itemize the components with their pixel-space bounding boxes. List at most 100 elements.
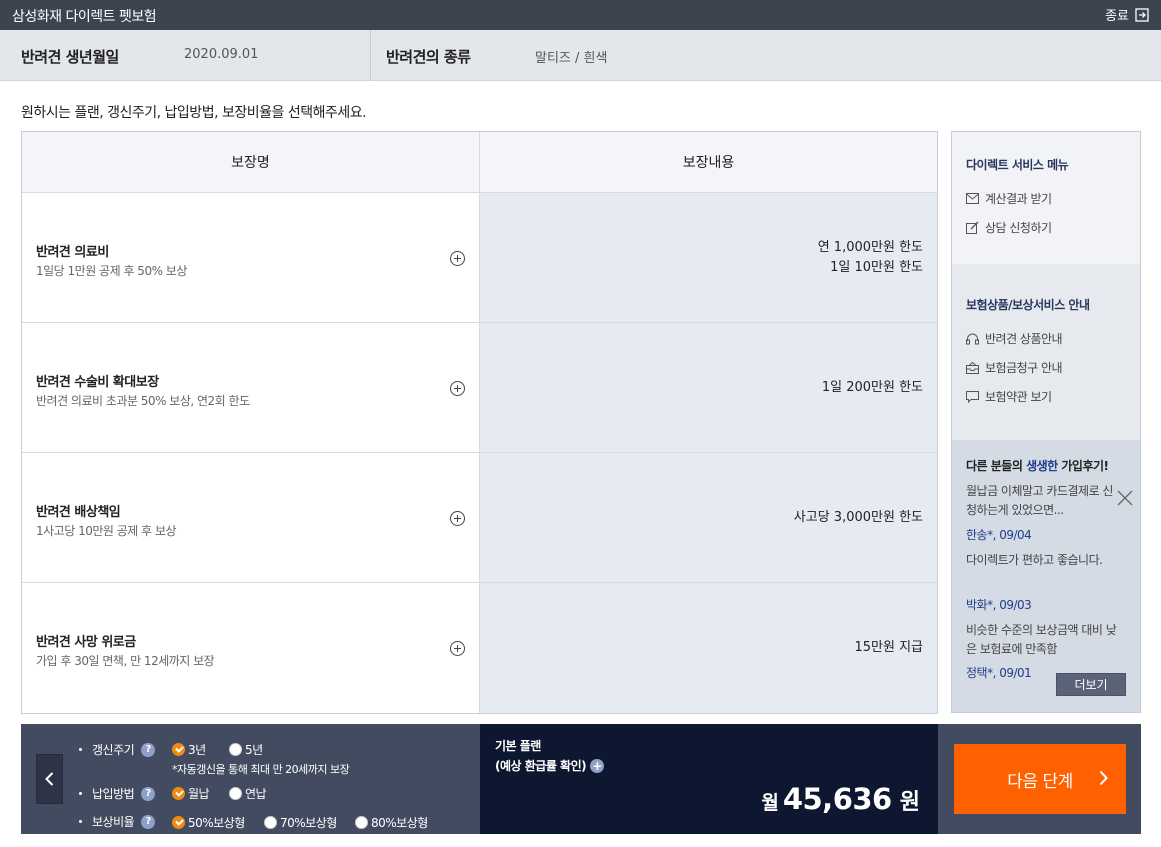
ratio-option-label: 보상비율 ? bbox=[79, 813, 156, 830]
review-title-prefix: 다른 분들의 bbox=[966, 459, 1027, 473]
review-item: 다이렉트가 편하고 좋습니다. bbox=[966, 551, 1126, 570]
help-icon[interactable]: ? bbox=[141, 814, 156, 829]
ratio-label: 보상비율 bbox=[92, 815, 135, 829]
bullet bbox=[79, 792, 82, 795]
radio-label: 80%보상형 bbox=[371, 816, 428, 830]
instruction-text: 원하시는 플랜, 갱신주기, 납입방법, 보장비율을 선택해주세요. bbox=[21, 105, 367, 121]
price-suffix: 원 bbox=[899, 790, 920, 815]
exit-icon bbox=[1135, 7, 1149, 22]
radio-icon bbox=[229, 743, 242, 756]
speech-bubble-icon bbox=[966, 390, 979, 403]
help-icon[interactable]: ? bbox=[141, 742, 156, 757]
close-button[interactable]: 종료 bbox=[1105, 5, 1149, 24]
more-reviews-button[interactable]: 더보기 bbox=[1056, 673, 1126, 696]
bullet bbox=[79, 820, 82, 823]
close-label: 종료 bbox=[1105, 9, 1129, 24]
sidebar-item-label: 반려견 상품안내 bbox=[985, 332, 1063, 346]
sidebar-item-calc-result[interactable]: 계산결과 받기 bbox=[966, 190, 1052, 207]
coverage-table: 보장명 보장내용 반려견 의료비 1일당 1만원 공제 후 50% 보상 연 1… bbox=[21, 131, 938, 714]
review-text: 월납금 이체말고 카드결제로 신청하는게 있었으면... bbox=[966, 484, 1113, 517]
info-title: 보험상품/보상서비스 안내 bbox=[966, 298, 1090, 312]
mail-icon bbox=[966, 193, 979, 204]
review-author: 박화*, 09/03 bbox=[966, 598, 1032, 612]
info-divider bbox=[370, 30, 371, 81]
help-icon[interactable]: ? bbox=[141, 786, 156, 801]
renewal-label: 갱신주기 bbox=[92, 743, 135, 757]
review-text: 비슷한 수준의 보상금액 대비 낮은 보험료에 만족함 bbox=[966, 623, 1117, 656]
coverage-detail-cell: 사고당 3,000만원 한도 bbox=[480, 453, 937, 582]
expand-plus-icon[interactable] bbox=[450, 511, 465, 526]
payment-yearly-radio[interactable]: 연납 bbox=[229, 785, 267, 802]
info-section: 보험상품/보상서비스 안내 반려견 상품안내 보험금청구 안내 보험약관 보기 bbox=[952, 264, 1140, 440]
next-step-label: 다음 단계 bbox=[1007, 771, 1073, 792]
next-step-button[interactable]: 다음 단계 bbox=[954, 744, 1126, 814]
ratio-70-radio[interactable]: 70%보상형 bbox=[264, 814, 337, 831]
plus-icon[interactable]: + bbox=[590, 758, 605, 773]
sidebar: 다이렉트 서비스 메뉴 계산결과 받기 상담 신청하기 보험상품/보상서비스 안… bbox=[951, 131, 1141, 713]
radio-checked-icon bbox=[172, 787, 185, 800]
close-icon[interactable] bbox=[1117, 490, 1133, 506]
coverage-detail-line: 1일 10만원 한도 bbox=[830, 259, 923, 275]
expand-plus-icon[interactable] bbox=[450, 251, 465, 266]
chevron-right-icon bbox=[1099, 770, 1108, 786]
payment-monthly-radio[interactable]: 월납 bbox=[172, 785, 210, 802]
renewal-3y-radio[interactable]: 3년 bbox=[172, 741, 206, 758]
coverage-detail-cell: 1일 200만원 한도 bbox=[480, 323, 937, 452]
review-author: 한송*, 09/04 bbox=[966, 528, 1032, 542]
review-text: 다이렉트가 편하고 좋습니다. bbox=[966, 553, 1103, 567]
app-title: 삼성화재 다이렉트 펫보험 bbox=[12, 9, 157, 25]
expand-plus-icon[interactable] bbox=[450, 381, 465, 396]
renewal-option-label: 갱신주기 ? bbox=[79, 741, 156, 758]
plan-summary: 기본 플랜 (예상 환급률 확인) + 월 45,636 원 bbox=[480, 724, 938, 834]
ratio-50-radio[interactable]: 50%보상형 bbox=[172, 814, 245, 831]
coverage-name: 반려견 배상책임 bbox=[36, 505, 121, 520]
sidebar-item-label: 계산결과 받기 bbox=[985, 192, 1052, 206]
prev-button[interactable] bbox=[36, 754, 63, 804]
payment-label: 납입방법 bbox=[92, 787, 135, 801]
sidebar-item-claim-info[interactable]: 보험금청구 안내 bbox=[966, 359, 1063, 376]
refund-rate-link[interactable]: (예상 환급률 확인) + bbox=[495, 757, 605, 774]
bullet bbox=[79, 748, 82, 751]
coverage-desc: 가입 후 30일 면책, 만 12세까지 보장 bbox=[36, 654, 215, 668]
plan-title: 기본 플랜 bbox=[495, 739, 541, 753]
next-panel: 다음 단계 bbox=[938, 724, 1141, 834]
review-item: 박화*, 09/03 비슷한 수준의 보상금액 대비 낮은 보험료에 만족함 정… bbox=[966, 596, 1126, 683]
sidebar-item-product-info[interactable]: 반려견 상품안내 bbox=[966, 330, 1063, 347]
service-menu-section: 다이렉트 서비스 메뉴 계산결과 받기 상담 신청하기 bbox=[952, 132, 1140, 264]
headset-icon bbox=[966, 333, 979, 344]
renewal-5y-radio[interactable]: 5년 bbox=[229, 741, 263, 758]
sidebar-item-consult[interactable]: 상담 신청하기 bbox=[966, 219, 1052, 236]
coverage-desc: 1사고당 10만원 공제 후 보상 bbox=[36, 524, 177, 538]
coverage-name-cell: 반려견 수술비 확대보장 반려견 의료비 초과분 50% 보상, 연2회 한도 bbox=[22, 323, 480, 452]
inbox-icon bbox=[966, 361, 979, 374]
breed-value: 말티즈 / 흰색 bbox=[535, 51, 608, 66]
title-bar: 삼성화재 다이렉트 펫보험 종료 bbox=[0, 0, 1161, 30]
ratio-80-radio[interactable]: 80%보상형 bbox=[355, 814, 428, 831]
pet-info-bar: 반려견 생년월일 2020.09.01 반려견의 종류 말티즈 / 흰색 bbox=[0, 30, 1161, 81]
header-coverage-name: 보장명 bbox=[22, 132, 480, 192]
coverage-name: 반려견 사망 위로금 bbox=[36, 635, 136, 650]
review-title-emph: 생생한 bbox=[1026, 459, 1058, 473]
coverage-desc: 1일당 1만원 공제 후 50% 보상 bbox=[36, 264, 187, 278]
payment-option-label: 납입방법 ? bbox=[79, 785, 156, 802]
header-coverage-detail: 보장내용 bbox=[480, 132, 937, 192]
renewal-note: *자동갱신을 통해 최대 만 20세까지 보장 bbox=[172, 763, 350, 776]
service-menu-title: 다이렉트 서비스 메뉴 bbox=[966, 158, 1069, 172]
coverage-detail-line: 사고당 3,000만원 한도 bbox=[793, 509, 923, 525]
expand-plus-icon[interactable] bbox=[450, 641, 465, 656]
coverage-detail-line: 1일 200만원 한도 bbox=[821, 379, 923, 395]
coverage-name: 반려견 의료비 bbox=[36, 245, 109, 260]
radio-label: 3년 bbox=[188, 743, 206, 757]
price-amount: 45,636 bbox=[782, 782, 892, 816]
options-panel: 갱신주기 ? 3년 5년 *자동갱신을 통해 최대 만 20세까지 보장 납입방… bbox=[21, 724, 480, 834]
sidebar-item-label: 상담 신청하기 bbox=[985, 221, 1052, 235]
radio-label: 70%보상형 bbox=[280, 816, 337, 830]
table-row: 반려견 배상책임 1사고당 10만원 공제 후 보상 사고당 3,000만원 한… bbox=[22, 453, 937, 583]
coverage-name-cell: 반려견 사망 위로금 가입 후 30일 면책, 만 12세까지 보장 bbox=[22, 583, 480, 713]
coverage-detail-line: 15만원 지급 bbox=[854, 640, 923, 655]
coverage-name: 반려견 수술비 확대보장 bbox=[36, 375, 159, 390]
radio-icon bbox=[355, 816, 368, 829]
radio-checked-icon bbox=[172, 743, 185, 756]
coverage-header: 보장명 보장내용 bbox=[22, 132, 937, 193]
sidebar-item-terms[interactable]: 보험약관 보기 bbox=[966, 388, 1052, 405]
